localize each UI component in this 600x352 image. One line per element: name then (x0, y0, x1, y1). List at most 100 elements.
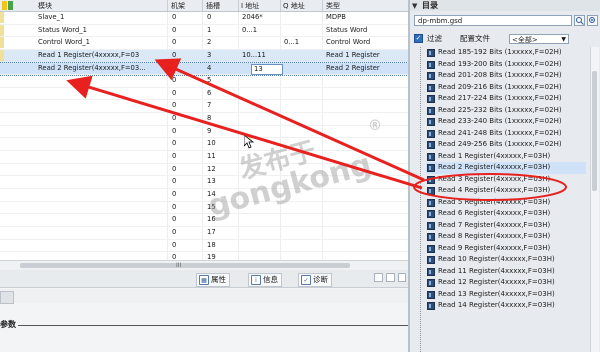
horizontal-scrollbar[interactable]: III (0, 260, 408, 270)
cell-rack[interactable]: 0 (172, 126, 176, 137)
collapse-arrow-icon[interactable]: ▼ (412, 1, 417, 11)
catalog-item[interactable]: Read 12 Register(4xxxxx,F=03H) (426, 277, 586, 289)
catalog-item[interactable]: Read 209-216 Bits (1xxxxx,F=02H) (426, 82, 586, 94)
cell-slot[interactable]: 18 (207, 240, 216, 251)
catalog-item[interactable]: Read 3 Register(4xxxxx,F=03H) (426, 174, 586, 186)
cell-rack[interactable]: 0 (172, 63, 176, 74)
cell-module[interactable]: Status Word_1 (38, 25, 166, 36)
cell-slot[interactable]: 13 (207, 176, 216, 187)
catalog-item[interactable]: Read 1 Register(4xxxxx,F=03H) (426, 151, 586, 163)
cell-rack[interactable]: 0 (172, 25, 176, 36)
cell-module[interactable]: Control Word_1 (38, 37, 166, 48)
cell-i-address[interactable]: 2046* (242, 12, 263, 23)
table-row[interactable]: 0 5 (0, 75, 408, 88)
table-row[interactable]: 0 17 (0, 227, 408, 240)
cell-module[interactable]: Slave_1 (38, 12, 166, 23)
catalog-item[interactable]: Read 201-208 Bits (1xxxxx,F=02H) (426, 70, 586, 82)
table-row[interactable]: 0 15 (0, 202, 408, 215)
table-row[interactable]: 0 6 (0, 88, 408, 101)
table-row[interactable]: 0 16 (0, 214, 408, 227)
tab-info[interactable]: i 信息 (248, 273, 282, 287)
minimize-icon[interactable] (398, 273, 406, 282)
catalog-item[interactable]: Read 7 Register(4xxxxx,F=03H) (426, 220, 586, 232)
table-row[interactable]: Read 1 Register(4xxxxx,F=03 0 3 10...11 … (0, 49, 408, 63)
cell-q-address[interactable]: 0...1 (284, 37, 299, 48)
tab-diagnostics[interactable]: ✓ 诊断 (298, 273, 332, 287)
cell-slot[interactable]: 11 (207, 151, 216, 162)
catalog-vertical-scrollbar[interactable] (590, 47, 599, 352)
cell-type[interactable]: MDPB (326, 12, 346, 23)
scrollbar-thumb[interactable] (592, 71, 597, 191)
catalog-item[interactable]: Read 193-200 Bits (1xxxxx,F=02H) (426, 59, 586, 71)
cell-i-address[interactable]: 0...1 (242, 25, 257, 36)
cell-rack[interactable]: 0 (172, 202, 176, 213)
cell-type[interactable]: Status Word (326, 25, 367, 36)
cell-rack[interactable]: 0 (172, 189, 176, 200)
catalog-item[interactable]: Read 249-256 Bits (1xxxxx,F=02H) (426, 139, 586, 151)
tab-properties[interactable]: ▦ 属性 (196, 273, 230, 287)
cell-slot[interactable]: 6 (207, 88, 211, 99)
table-row[interactable]: 0 8 (0, 113, 408, 126)
catalog-search-input[interactable]: dp-mbm.gsd (414, 15, 572, 26)
cell-rack[interactable]: 0 (172, 113, 176, 124)
cell-rack[interactable]: 0 (172, 164, 176, 175)
table-row[interactable]: Slave_1 0 0 2046* MDPB (0, 12, 408, 25)
cell-slot[interactable]: 12 (207, 164, 216, 175)
col-rack-header[interactable]: 机架 (171, 1, 185, 11)
catalog-item[interactable]: Read 241-248 Bits (1xxxxx,F=02H) (426, 128, 586, 140)
table-row-selected[interactable]: Read 2 Register(4xxxxx,F=03... 0 4 13 Re… (0, 61, 409, 77)
col-divider[interactable] (322, 0, 323, 11)
col-divider[interactable] (238, 0, 239, 11)
cell-rack[interactable]: 0 (172, 88, 176, 99)
catalog-item[interactable]: Read 5 Register(4xxxxx,F=03H) (426, 197, 586, 209)
cell-module[interactable]: Read 1 Register(4xxxxx,F=03 (38, 50, 166, 61)
cell-rack[interactable]: 0 (172, 240, 176, 251)
table-row[interactable]: Status Word_1 0 1 0...1 Status Word (0, 24, 408, 38)
cell-rack[interactable]: 0 (172, 100, 176, 111)
cell-type[interactable]: Read 1 Register (326, 50, 380, 61)
col-i-address-header[interactable]: I 地址 (241, 1, 259, 11)
search-next-icon[interactable] (587, 15, 598, 26)
table-row[interactable]: Control Word_1 0 2 0...1 Control Word (0, 37, 408, 50)
cell-slot[interactable]: 5 (207, 75, 211, 86)
cell-slot[interactable]: 1 (207, 25, 211, 36)
cell-slot[interactable]: 7 (207, 100, 211, 111)
table-row[interactable]: 0 7 (0, 100, 408, 114)
table-row[interactable]: 0 9 (0, 126, 408, 139)
cell-rack[interactable]: 0 (172, 12, 176, 23)
cell-slot[interactable]: 17 (207, 227, 216, 238)
catalog-item[interactable]: Read 4 Register(4xxxxx,F=03H) (426, 185, 586, 197)
col-module-header[interactable]: 模块 (38, 1, 52, 11)
profile-select[interactable]: <全部> ▼ (509, 34, 569, 44)
table-row[interactable]: 0 18 (0, 240, 408, 253)
cell-rack[interactable]: 0 (172, 214, 176, 225)
cell-rack[interactable]: 0 (172, 138, 176, 149)
column-config-icon[interactable] (2, 1, 7, 10)
cell-slot[interactable]: 10 (207, 138, 216, 149)
cell-slot[interactable]: 2 (207, 37, 211, 48)
cell-slot[interactable]: 8 (207, 113, 211, 124)
cell-slot[interactable]: 4 (207, 63, 211, 74)
cell-rack[interactable]: 0 (172, 75, 176, 86)
col-slot-header[interactable]: 插槽 (206, 1, 220, 11)
cell-slot[interactable]: 9 (207, 126, 211, 137)
catalog-item[interactable]: Read 10 Register(4xxxxx,F=03H) (426, 254, 586, 266)
cell-slot[interactable]: 0 (207, 12, 211, 23)
catalog-item[interactable]: Read 9 Register(4xxxxx,F=03H) (426, 243, 586, 255)
catalog-item[interactable]: Read 225-232 Bits (1xxxxx,F=02H) (426, 105, 586, 117)
catalog-item[interactable]: Read 217-224 Bits (1xxxxx,F=02H) (426, 93, 586, 105)
cell-slot[interactable]: 3 (207, 50, 211, 61)
col-type-header[interactable]: 类型 (326, 1, 340, 11)
cell-type[interactable]: Read 2 Register (326, 63, 380, 74)
catalog-item[interactable]: Read 185-192 Bits (1xxxxx,F=02H) (426, 47, 586, 59)
cell-module[interactable]: Read 2 Register(4xxxxx,F=03... (38, 63, 166, 74)
table-row[interactable]: 0 10 (0, 138, 408, 152)
general-button[interactable] (0, 291, 14, 304)
catalog-item[interactable]: Read 11 Register(4xxxxx,F=03H) (426, 266, 586, 278)
col-divider[interactable] (167, 0, 168, 11)
catalog-item[interactable]: Read 6 Register(4xxxxx,F=03H) (426, 208, 586, 220)
cell-rack[interactable]: 0 (172, 50, 176, 61)
filter-checkbox[interactable]: ✓ (414, 34, 423, 43)
cell-rack[interactable]: 0 (172, 176, 176, 187)
col-q-address-header[interactable]: Q 地址 (283, 1, 305, 11)
